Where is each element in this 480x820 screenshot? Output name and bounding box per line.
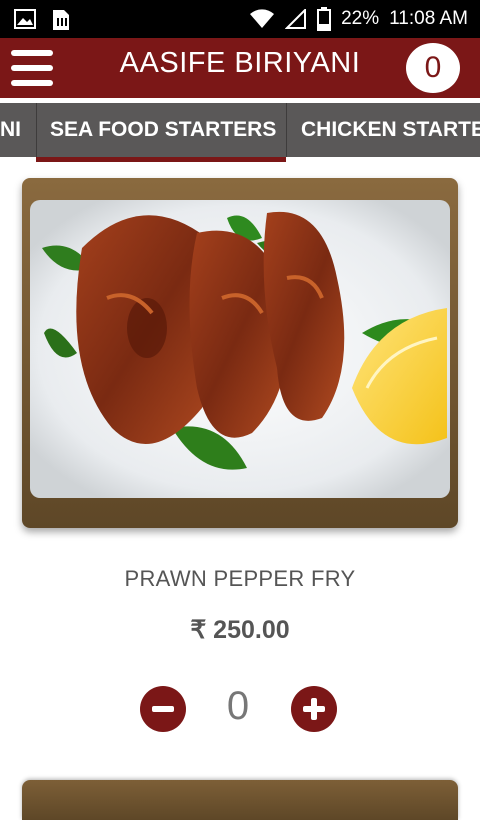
- selected-tab-indicator: [36, 157, 286, 162]
- increase-quantity-button[interactable]: [291, 686, 337, 732]
- hamburger-menu-icon[interactable]: [11, 50, 53, 86]
- app-header: AASIFE BIRIYANI 0: [0, 38, 480, 98]
- fish-fry-dish-illustration: [30, 200, 450, 498]
- battery-icon: [317, 7, 332, 31]
- cart-count-badge[interactable]: 0: [406, 43, 460, 93]
- plus-icon-vertical: [311, 698, 317, 720]
- product-price: ₹ 250.00: [190, 616, 290, 644]
- tab-biriyani[interactable]: NI: [0, 103, 21, 157]
- tab-divider: [36, 103, 37, 157]
- battery-percent: 22%: [341, 8, 380, 29]
- quantity-value: 0: [226, 684, 250, 728]
- image-icon: [14, 9, 36, 29]
- decrease-quantity-button[interactable]: [140, 686, 186, 732]
- category-tabs: NI SEA FOOD STARTERS CHICKEN STARTERS: [0, 103, 480, 157]
- signal-icon: [285, 9, 307, 29]
- product-image[interactable]: [22, 178, 458, 528]
- tab-divider: [286, 103, 287, 157]
- status-bar: 22% 11:08 AM: [0, 0, 480, 38]
- minus-icon: [152, 706, 174, 712]
- category-tabs-strip: NI SEA FOOD STARTERS CHICKEN STARTERS: [0, 98, 480, 164]
- tab-sea-food-starters[interactable]: SEA FOOD STARTERS: [50, 103, 276, 157]
- wifi-icon: [250, 9, 275, 28]
- sim-card-icon: [53, 10, 69, 30]
- product-name: PRAWN PEPPER FRY: [124, 566, 356, 591]
- tab-chicken-starters[interactable]: CHICKEN STARTERS: [301, 103, 480, 157]
- next-product-image[interactable]: [22, 780, 458, 820]
- clock: 11:08 AM: [389, 8, 468, 29]
